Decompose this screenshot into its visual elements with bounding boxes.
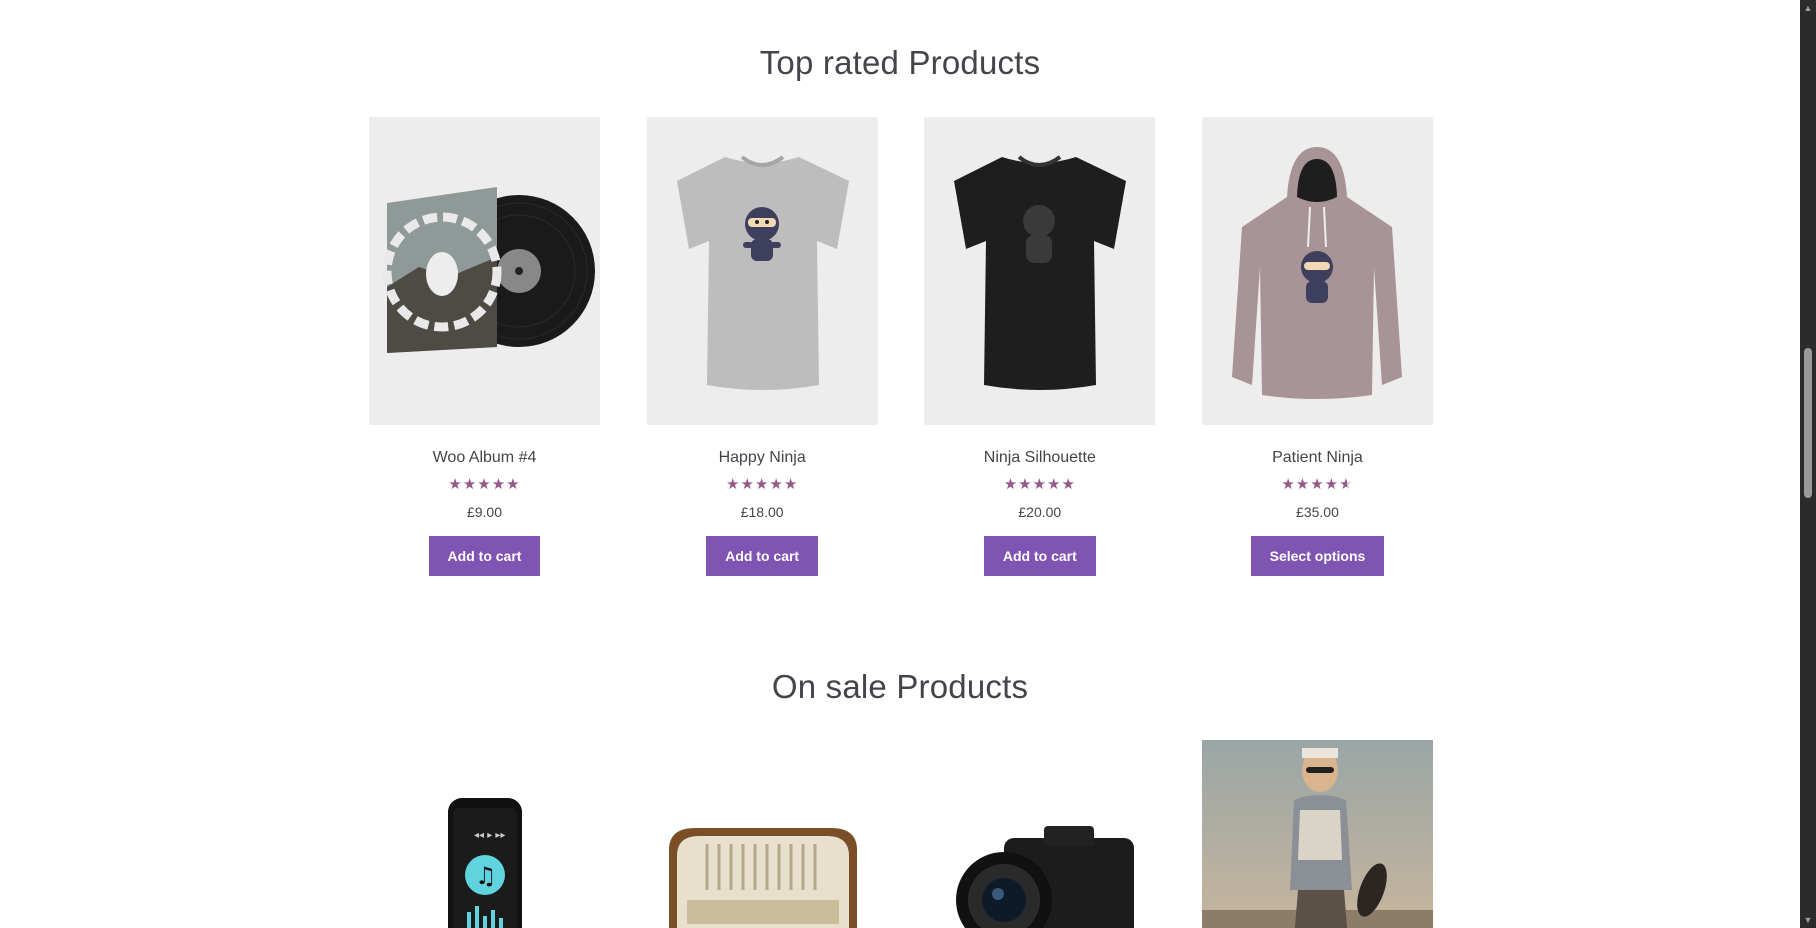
stars-icon: ★★★★ — [1281, 476, 1340, 493]
scroll-down-arrow-icon[interactable]: ▼ — [1800, 912, 1816, 928]
product-card — [924, 740, 1156, 928]
star-rating: ★★★★★ — [1281, 476, 1353, 494]
grey-ninja-tshirt-image[interactable] — [646, 117, 878, 425]
vintage-radio-image[interactable] — [646, 740, 878, 928]
product-title[interactable]: Happy Ninja — [719, 449, 806, 467]
smartphone-music-image[interactable]: ◂◂ ▸ ▸▸ ♫ — [369, 740, 600, 928]
top-rated-products-list: Woo Album #4 ★★★★★ £9.00 Add to cart Hap… — [369, 117, 1433, 576]
product-card — [646, 740, 878, 928]
stars-icon: ★★★★★ — [448, 476, 521, 493]
half-star-icon: ★ — [1339, 476, 1354, 493]
pink-ninja-hoodie-image[interactable] — [1201, 117, 1433, 425]
stars-icon: ★★★★★ — [1003, 476, 1076, 493]
scrollbar-thumb[interactable] — [1804, 348, 1812, 498]
product-card: Woo Album #4 ★★★★★ £9.00 Add to cart — [369, 117, 600, 576]
add-to-cart-button[interactable]: Add to cart — [428, 536, 541, 576]
product-price: £18.00 — [740, 504, 784, 520]
stars-icon: ★★★★★ — [726, 476, 799, 493]
product-card: Ninja Silhouette ★★★★★ £20.00 Add to car… — [924, 117, 1156, 576]
product-card — [1201, 740, 1433, 928]
vinyl-album-image[interactable] — [369, 117, 600, 425]
product-price: £35.00 — [1296, 504, 1339, 520]
product-card: Happy Ninja ★★★★★ £18.00 Add to cart — [646, 117, 878, 576]
star-rating: ★★★★★ — [448, 476, 520, 494]
fashion-model-photo-image[interactable] — [1201, 740, 1433, 928]
browser-viewport: Top rated Products Woo Album #4 ★★★★★ £9… — [0, 0, 1816, 928]
on-sale-products-list: ◂◂ ▸ ▸▸ ♫ — [369, 740, 1433, 928]
product-card: Patient Ninja ★★★★★ £35.00 Select option… — [1201, 117, 1433, 576]
product-title[interactable]: Ninja Silhouette — [984, 449, 1096, 467]
svg-text:♫: ♫ — [475, 862, 497, 890]
add-to-cart-button[interactable]: Add to cart — [706, 536, 819, 576]
on-sale-section-title: On sale Products — [771, 668, 1029, 705]
product-card: ◂◂ ▸ ▸▸ ♫ — [369, 740, 600, 928]
top-rated-section-title: Top rated Products — [759, 44, 1041, 81]
select-options-button[interactable]: Select options — [1250, 536, 1385, 576]
svg-text:◂◂ ▸ ▸▸: ◂◂ ▸ ▸▸ — [474, 830, 505, 841]
dslr-camera-image[interactable] — [924, 740, 1156, 928]
scroll-up-arrow-icon[interactable]: ▲ — [1800, 0, 1816, 16]
vertical-scrollbar[interactable]: ▲ ▼ — [1800, 0, 1816, 928]
product-price: £20.00 — [1018, 504, 1062, 520]
star-rating: ★★★★★ — [726, 476, 798, 494]
product-title[interactable]: Woo Album #4 — [433, 449, 537, 467]
black-ninja-tshirt-image[interactable] — [924, 117, 1156, 425]
page-content: Top rated Products Woo Album #4 ★★★★★ £9… — [0, 0, 1800, 928]
product-price: £9.00 — [466, 504, 503, 520]
add-to-cart-button[interactable]: Add to cart — [983, 536, 1096, 576]
star-rating: ★★★★★ — [1004, 476, 1076, 494]
product-title[interactable]: Patient Ninja — [1272, 449, 1363, 467]
